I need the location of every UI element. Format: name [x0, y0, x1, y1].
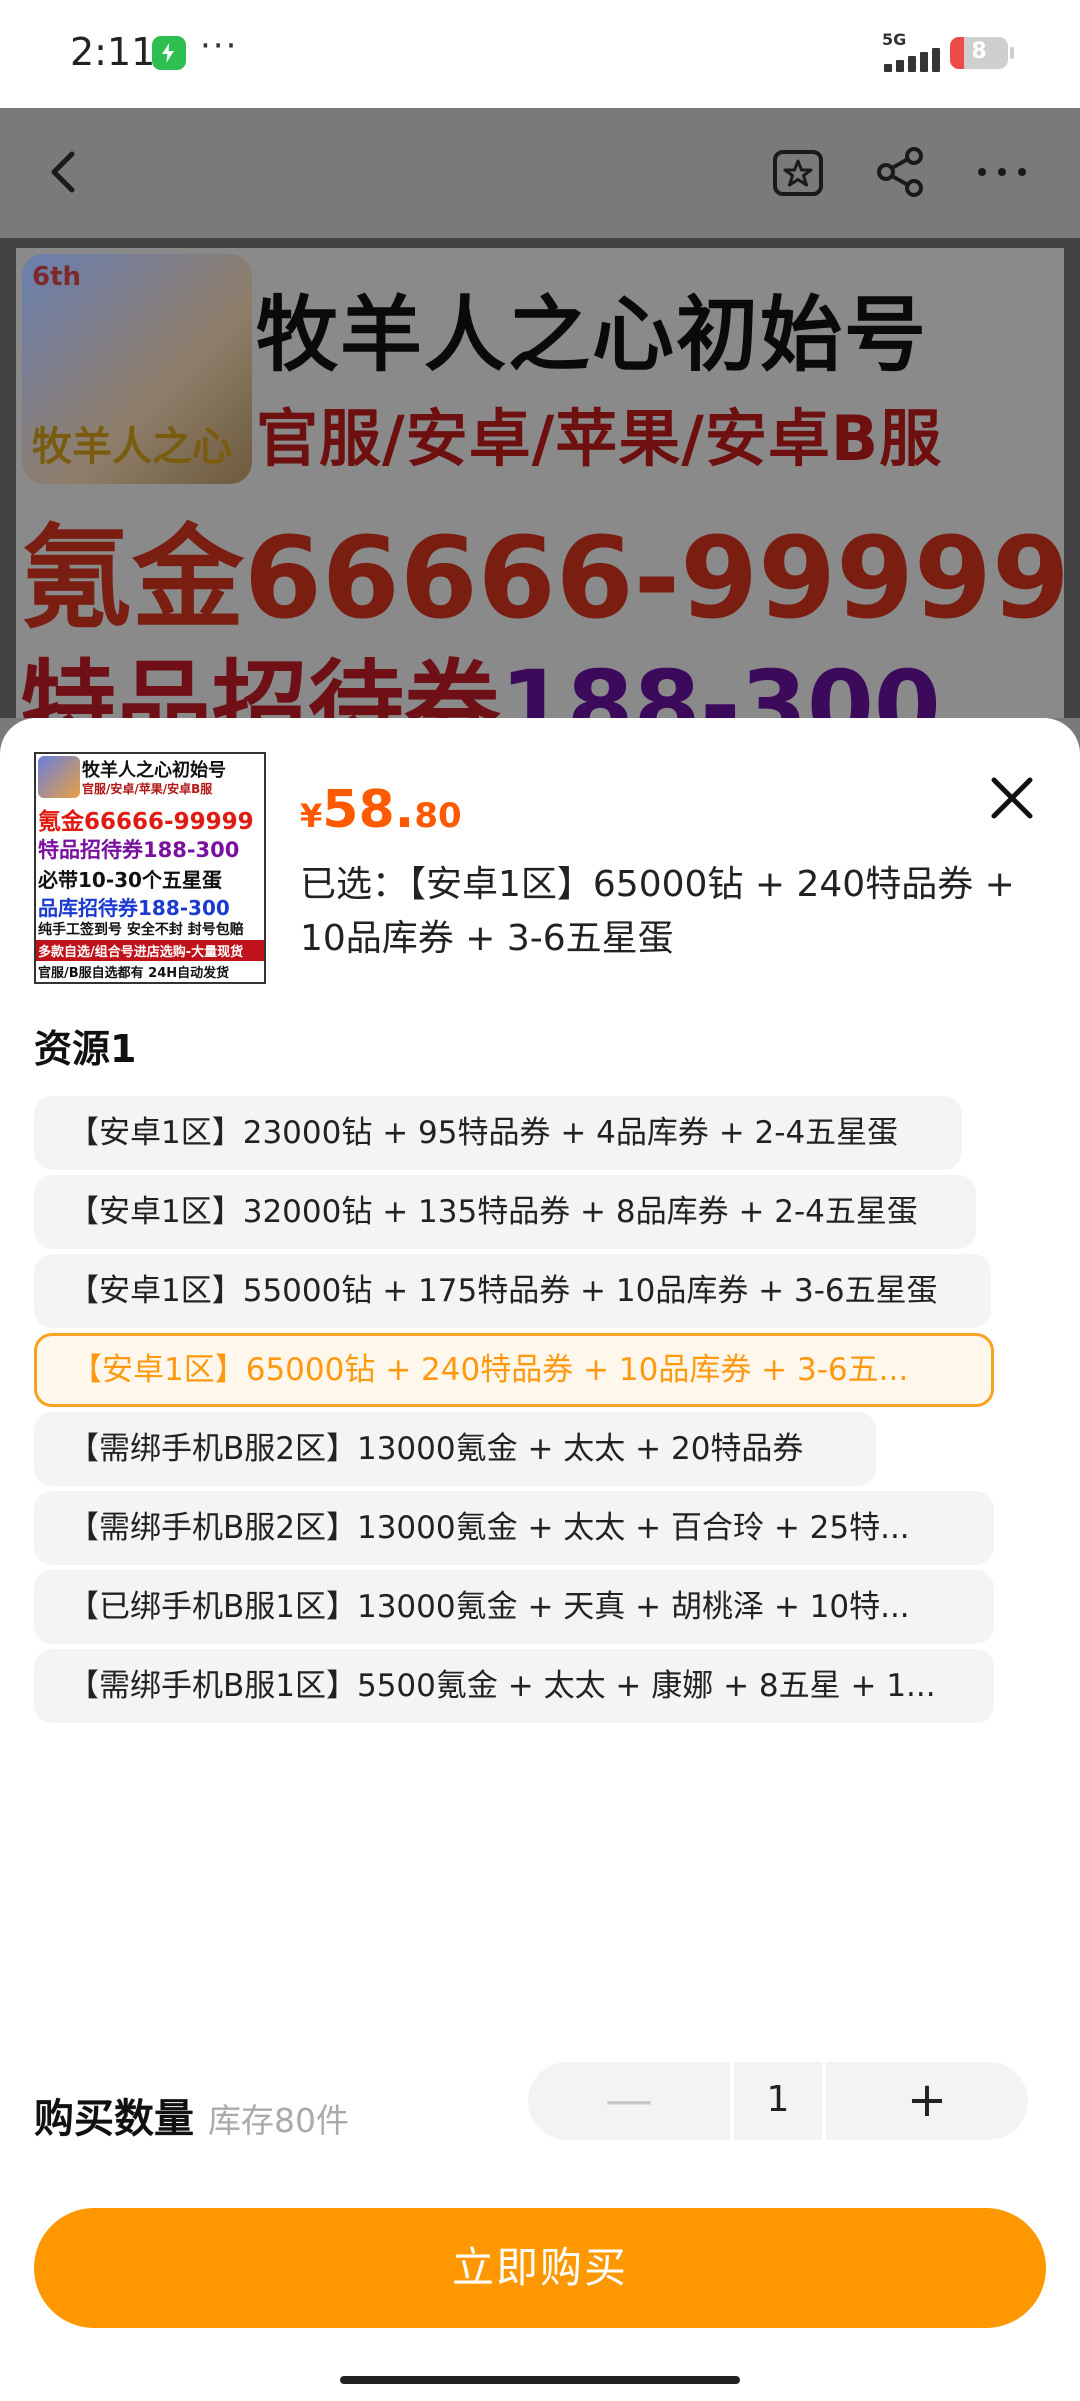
selected-summary: 已选：【安卓1区】65000钻 + 240特品券 + 10品库券 + 3-6五星…: [300, 864, 1015, 959]
banner-currency: 氪金66666-99999: [20, 514, 1064, 644]
star-box-icon[interactable]: [770, 144, 826, 200]
banner-tickets: 特品招待券188-300: [20, 628, 941, 718]
thumb-line: 官服/安卓/苹果/安卓B服: [82, 782, 213, 796]
buy-now-button[interactable]: 立即购买: [34, 2208, 1046, 2328]
banner-title: 牧羊人之心初始号: [256, 288, 929, 383]
more-icon[interactable]: [974, 144, 1030, 200]
sku-option[interactable]: 【安卓1区】23000钻 + 95特品券 + 4品库券 + 2-4五星蛋: [34, 1096, 962, 1170]
sku-option[interactable]: 【需绑手机B服2区】13000氪金 + 太太 + 百合玲 + 25特...: [34, 1491, 994, 1565]
price-integer: 58.: [322, 780, 415, 840]
quantity-value[interactable]: 1: [734, 2062, 822, 2140]
anniversary-badge: 6th: [32, 262, 82, 292]
sku-option[interactable]: 【已绑手机B服1区】13000氪金 + 天真 + 胡桃泽 + 10特...: [34, 1570, 994, 1644]
app-notification-icon: [152, 36, 186, 70]
sku-option[interactable]: 【安卓1区】55000钻 + 175特品券 + 10品库券 + 3-6五星蛋: [34, 1254, 991, 1328]
signal-icon: [884, 48, 940, 72]
sku-selector-sheet: 牧羊人之心初始号 官服/安卓/苹果/安卓B服 氪金66666-99999 特品招…: [0, 718, 1080, 2401]
chevron-left-icon[interactable]: [36, 144, 92, 200]
sku-option-selected[interactable]: 【安卓1区】65000钻 + 240特品券 + 10品库券 + 3-6五...: [34, 1333, 994, 1407]
banner-tickets-label: 特品招待券: [20, 650, 500, 718]
sku-option[interactable]: 【需绑手机B服2区】13000氪金 + 太太 + 20特品券: [34, 1412, 876, 1486]
thumb-line: 官服/B服自选都有 24H自动发货: [38, 966, 230, 981]
sku-option[interactable]: 【安卓1区】32000钻 + 135特品券 + 8品库券 + 2-4五星蛋: [34, 1175, 976, 1249]
decrease-button[interactable]: —: [528, 2062, 730, 2140]
battery-level: 8: [971, 39, 987, 64]
banner-image: 6th 牧羊人之心 牧羊人之心初始号 官服/安卓/苹果/安卓B服 氪金66666…: [16, 248, 1064, 718]
close-icon[interactable]: [980, 766, 1044, 830]
section-title: 资源1: [34, 1027, 137, 1071]
thumb-line: 氪金66666-99999: [38, 809, 254, 835]
price-decimal: 80: [414, 796, 462, 836]
thumbnail-logo: [38, 756, 80, 798]
quantity-label: 购买数量: [34, 2096, 194, 2142]
thumb-line: 牧羊人之心初始号: [82, 760, 226, 781]
top-nav: [0, 108, 1080, 238]
game-logo: 6th 牧羊人之心: [22, 254, 252, 484]
logo-text: 牧羊人之心: [32, 424, 232, 470]
price-currency: ¥: [300, 797, 323, 835]
network-type: 5G: [882, 30, 907, 49]
thumb-line: 品库招待券188-300: [38, 896, 230, 920]
thumb-line: 纯手工签到号 安全不封 封号包赔: [38, 922, 244, 938]
sku-option[interactable]: 【需绑手机B服1区】5500氪金 + 太太 + 康娜 + 8五星 + 1...: [34, 1649, 994, 1723]
thumb-line: 多款自选/组合号进店选购-大量现货: [36, 940, 264, 961]
quantity-stepper: — 1 +: [528, 2062, 1028, 2140]
home-indicator: [340, 2376, 740, 2384]
product-thumbnail: 牧羊人之心初始号 官服/安卓/苹果/安卓B服 氪金66666-99999 特品招…: [34, 752, 266, 984]
thumb-line: 特品招待券188-300: [38, 838, 240, 862]
product-banner: 6th 牧羊人之心 牧羊人之心初始号 官服/安卓/苹果/安卓B服 氪金66666…: [0, 238, 1080, 718]
share-icon[interactable]: [872, 144, 928, 200]
banner-platforms: 官服/安卓/苹果/安卓B服: [256, 402, 943, 475]
price: ¥58.80: [300, 780, 462, 840]
banner-tickets-range: 188-300: [500, 650, 941, 718]
status-bar: 2:11 ··· 5G 8: [0, 0, 1080, 108]
increase-button[interactable]: +: [826, 2062, 1028, 2140]
more-notifications-icon: ···: [200, 26, 239, 66]
stock-count: 库存80件: [208, 2101, 349, 2140]
thumb-line: 必带10-30个五星蛋: [38, 868, 222, 892]
status-time: 2:11: [70, 30, 156, 74]
battery-icon: 8: [950, 37, 1014, 69]
